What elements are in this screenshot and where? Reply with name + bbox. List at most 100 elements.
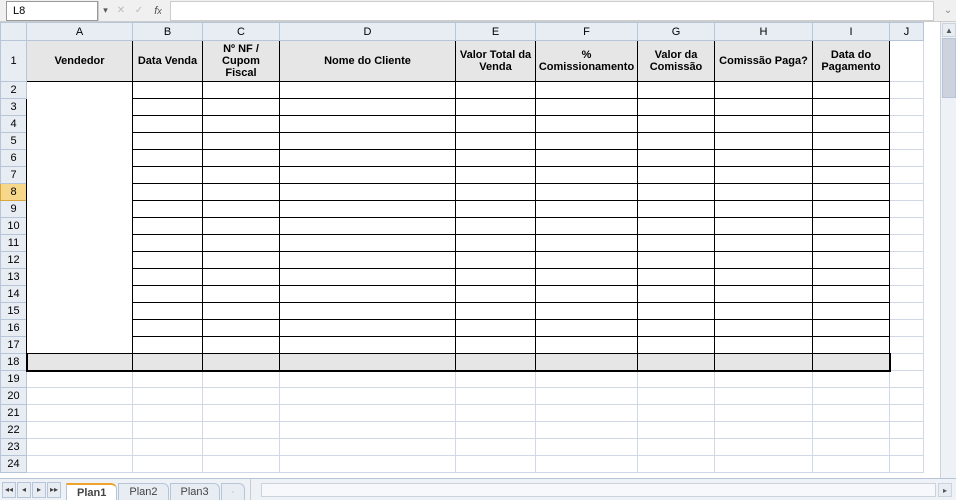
footer-cell-E[interactable] — [456, 354, 536, 371]
data-cell-F10[interactable] — [536, 218, 638, 235]
cell-B23[interactable] — [133, 439, 203, 456]
cell-G24[interactable] — [638, 456, 715, 473]
cell-E23[interactable] — [456, 439, 536, 456]
data-cell-C9[interactable] — [203, 201, 280, 218]
data-cell-E3[interactable] — [456, 99, 536, 116]
cell-C21[interactable] — [203, 405, 280, 422]
cell-G21[interactable] — [638, 405, 715, 422]
data-cell-I13[interactable] — [813, 269, 890, 286]
data-cell-C4[interactable] — [203, 116, 280, 133]
data-cell-B2[interactable] — [133, 82, 203, 99]
cell-F19[interactable] — [536, 371, 638, 388]
formula-input[interactable] — [170, 1, 934, 21]
cell-J13[interactable] — [890, 269, 924, 286]
column-header-F[interactable]: F — [536, 23, 638, 41]
cell-B22[interactable] — [133, 422, 203, 439]
row-header-11[interactable]: 11 — [1, 235, 27, 252]
data-cell-B9[interactable] — [133, 201, 203, 218]
data-cell-D16[interactable] — [280, 320, 456, 337]
data-cell-E8[interactable] — [456, 184, 536, 201]
cell-E22[interactable] — [456, 422, 536, 439]
cell-A21[interactable] — [27, 405, 133, 422]
data-cell-B14[interactable] — [133, 286, 203, 303]
cell-J6[interactable] — [890, 150, 924, 167]
data-cell-E15[interactable] — [456, 303, 536, 320]
cell-J19[interactable] — [890, 371, 924, 388]
header-cell-F[interactable]: % Comissionamento — [536, 41, 638, 82]
cell-J1[interactable] — [890, 41, 924, 82]
footer-cell-F[interactable] — [536, 354, 638, 371]
data-cell-C8[interactable] — [203, 184, 280, 201]
cell-E24[interactable] — [456, 456, 536, 473]
data-cell-D4[interactable] — [280, 116, 456, 133]
cell-J12[interactable] — [890, 252, 924, 269]
header-cell-I[interactable]: Data do Pagamento — [813, 41, 890, 82]
data-cell-C14[interactable] — [203, 286, 280, 303]
data-cell-D15[interactable] — [280, 303, 456, 320]
footer-cell-C[interactable] — [203, 354, 280, 371]
data-cell-G12[interactable] — [638, 252, 715, 269]
data-cell-G9[interactable] — [638, 201, 715, 218]
row-header-20[interactable]: 20 — [1, 388, 27, 405]
data-cell-I10[interactable] — [813, 218, 890, 235]
formula-expand-icon[interactable]: ⌄ — [940, 5, 956, 16]
data-cell-I17[interactable] — [813, 337, 890, 354]
cell-H21[interactable] — [715, 405, 813, 422]
data-cell-F7[interactable] — [536, 167, 638, 184]
cell-J7[interactable] — [890, 167, 924, 184]
header-cell-B[interactable]: Data Venda — [133, 41, 203, 82]
cell-J22[interactable] — [890, 422, 924, 439]
data-cell-E4[interactable] — [456, 116, 536, 133]
data-cell-B7[interactable] — [133, 167, 203, 184]
cell-J3[interactable] — [890, 99, 924, 116]
row-header-6[interactable]: 6 — [1, 150, 27, 167]
cell-I20[interactable] — [813, 388, 890, 405]
row-header-21[interactable]: 21 — [1, 405, 27, 422]
data-cell-D2[interactable] — [280, 82, 456, 99]
tab-nav-next-icon[interactable]: ▸ — [32, 482, 46, 498]
header-cell-vendedor[interactable]: Vendedor — [27, 41, 133, 82]
data-cell-G13[interactable] — [638, 269, 715, 286]
data-cell-G6[interactable] — [638, 150, 715, 167]
cell-J15[interactable] — [890, 303, 924, 320]
data-cell-H9[interactable] — [715, 201, 813, 218]
cell-G22[interactable] — [638, 422, 715, 439]
row-header-24[interactable]: 24 — [1, 456, 27, 473]
data-cell-H17[interactable] — [715, 337, 813, 354]
cell-B21[interactable] — [133, 405, 203, 422]
data-cell-B15[interactable] — [133, 303, 203, 320]
data-cell-H6[interactable] — [715, 150, 813, 167]
data-cell-I4[interactable] — [813, 116, 890, 133]
row-header-12[interactable]: 12 — [1, 252, 27, 269]
cell-H22[interactable] — [715, 422, 813, 439]
cell-C19[interactable] — [203, 371, 280, 388]
data-cell-E13[interactable] — [456, 269, 536, 286]
cell-E19[interactable] — [456, 371, 536, 388]
data-cell-B13[interactable] — [133, 269, 203, 286]
cell-J23[interactable] — [890, 439, 924, 456]
header-cell-C[interactable]: Nº NF / Cupom Fiscal — [203, 41, 280, 82]
row-header-22[interactable]: 22 — [1, 422, 27, 439]
data-cell-B16[interactable] — [133, 320, 203, 337]
data-cell-G4[interactable] — [638, 116, 715, 133]
data-cell-C7[interactable] — [203, 167, 280, 184]
sheet-tab-plan2[interactable]: Plan2 — [118, 483, 168, 500]
data-cell-C13[interactable] — [203, 269, 280, 286]
cell-J21[interactable] — [890, 405, 924, 422]
cell-I24[interactable] — [813, 456, 890, 473]
data-cell-G8[interactable] — [638, 184, 715, 201]
column-header-H[interactable]: H — [715, 23, 813, 41]
sheet-tab-plan1[interactable]: Plan1 — [66, 483, 117, 500]
cell-J4[interactable] — [890, 116, 924, 133]
data-cell-C15[interactable] — [203, 303, 280, 320]
data-cell-I8[interactable] — [813, 184, 890, 201]
column-header-E[interactable]: E — [456, 23, 536, 41]
data-cell-B11[interactable] — [133, 235, 203, 252]
data-cell-C11[interactable] — [203, 235, 280, 252]
cell-J20[interactable] — [890, 388, 924, 405]
scroll-up-icon[interactable]: ▲ — [942, 23, 956, 37]
data-cell-C6[interactable] — [203, 150, 280, 167]
cell-G19[interactable] — [638, 371, 715, 388]
data-cell-F13[interactable] — [536, 269, 638, 286]
data-cell-D5[interactable] — [280, 133, 456, 150]
